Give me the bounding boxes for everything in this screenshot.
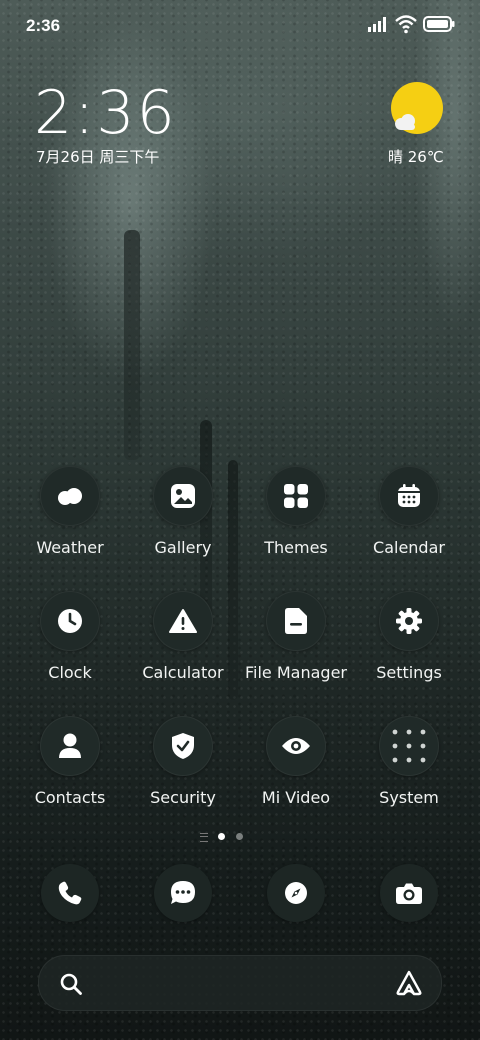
image-icon	[153, 466, 213, 526]
app-security[interactable]: Security	[127, 716, 239, 807]
app-file-manager[interactable]: File Manager	[240, 591, 352, 682]
app-settings[interactable]: Settings	[353, 591, 465, 682]
clock-widget-date: 7月26日 周三下午	[36, 148, 160, 166]
message-icon	[171, 881, 195, 904]
app-label: Calendar	[373, 538, 445, 557]
app-label: Clock	[48, 663, 92, 682]
app-label: Weather	[36, 538, 104, 557]
app-themes[interactable]: Themes	[240, 466, 352, 557]
warning-triangle-icon	[153, 591, 213, 651]
phone-icon	[58, 881, 82, 905]
app-label: Gallery	[154, 538, 212, 557]
search-icon[interactable]	[59, 972, 83, 996]
cloud-icon	[40, 466, 100, 526]
assistant-icon[interactable]	[395, 970, 423, 996]
app-label: System	[379, 788, 439, 807]
search-bar[interactable]	[38, 955, 442, 1011]
folder-grid-icon	[379, 716, 439, 776]
grid-icon	[266, 466, 326, 526]
shield-check-icon	[153, 716, 213, 776]
app-label: Themes	[264, 538, 328, 557]
dock-camera[interactable]	[380, 864, 438, 922]
weather-widget-text: 晴 26℃	[388, 148, 444, 166]
folder-icon	[266, 591, 326, 651]
dock-messages[interactable]	[154, 864, 212, 922]
status-time: 2:36	[26, 16, 61, 35]
app-label: File Manager	[245, 663, 347, 682]
clock-widget-time[interactable]: 2:36	[34, 78, 177, 148]
app-label: Mi Video	[261, 788, 331, 807]
app-calendar[interactable]: Calendar	[353, 466, 465, 557]
person-icon	[40, 716, 100, 776]
wallpaper-streak	[124, 230, 140, 460]
gear-icon	[379, 591, 439, 651]
cloud-icon	[395, 114, 415, 130]
app-gallery[interactable]: Gallery	[127, 466, 239, 557]
app-label: Security	[150, 788, 216, 807]
status-bar: 2:36	[0, 0, 480, 50]
page-dot-active[interactable]	[218, 833, 225, 840]
app-clock[interactable]: Clock	[14, 591, 126, 682]
battery-icon	[423, 16, 455, 32]
app-weather[interactable]: Weather	[14, 466, 126, 557]
clock-icon	[40, 591, 100, 651]
eye-icon	[266, 716, 326, 776]
app-mi-video[interactable]: Mi Video	[240, 716, 352, 807]
app-contacts[interactable]: Contacts	[14, 716, 126, 807]
page-indicator[interactable]	[200, 832, 280, 842]
camera-icon	[396, 883, 422, 904]
app-label: Settings	[376, 663, 442, 682]
signal-icon	[368, 17, 386, 32]
compass-icon	[285, 882, 307, 904]
dock-phone[interactable]	[41, 864, 99, 922]
calendar-icon	[379, 466, 439, 526]
app-label: Calculator	[142, 663, 224, 682]
wifi-icon	[395, 15, 417, 34]
page-dot[interactable]	[236, 833, 243, 840]
app-drawer-lines-icon[interactable]	[200, 833, 208, 842]
app-calculator[interactable]: Calculator	[127, 591, 239, 682]
app-label: Contacts	[34, 788, 106, 807]
app-system-folder[interactable]: System	[353, 716, 465, 807]
dock-browser[interactable]	[267, 864, 325, 922]
